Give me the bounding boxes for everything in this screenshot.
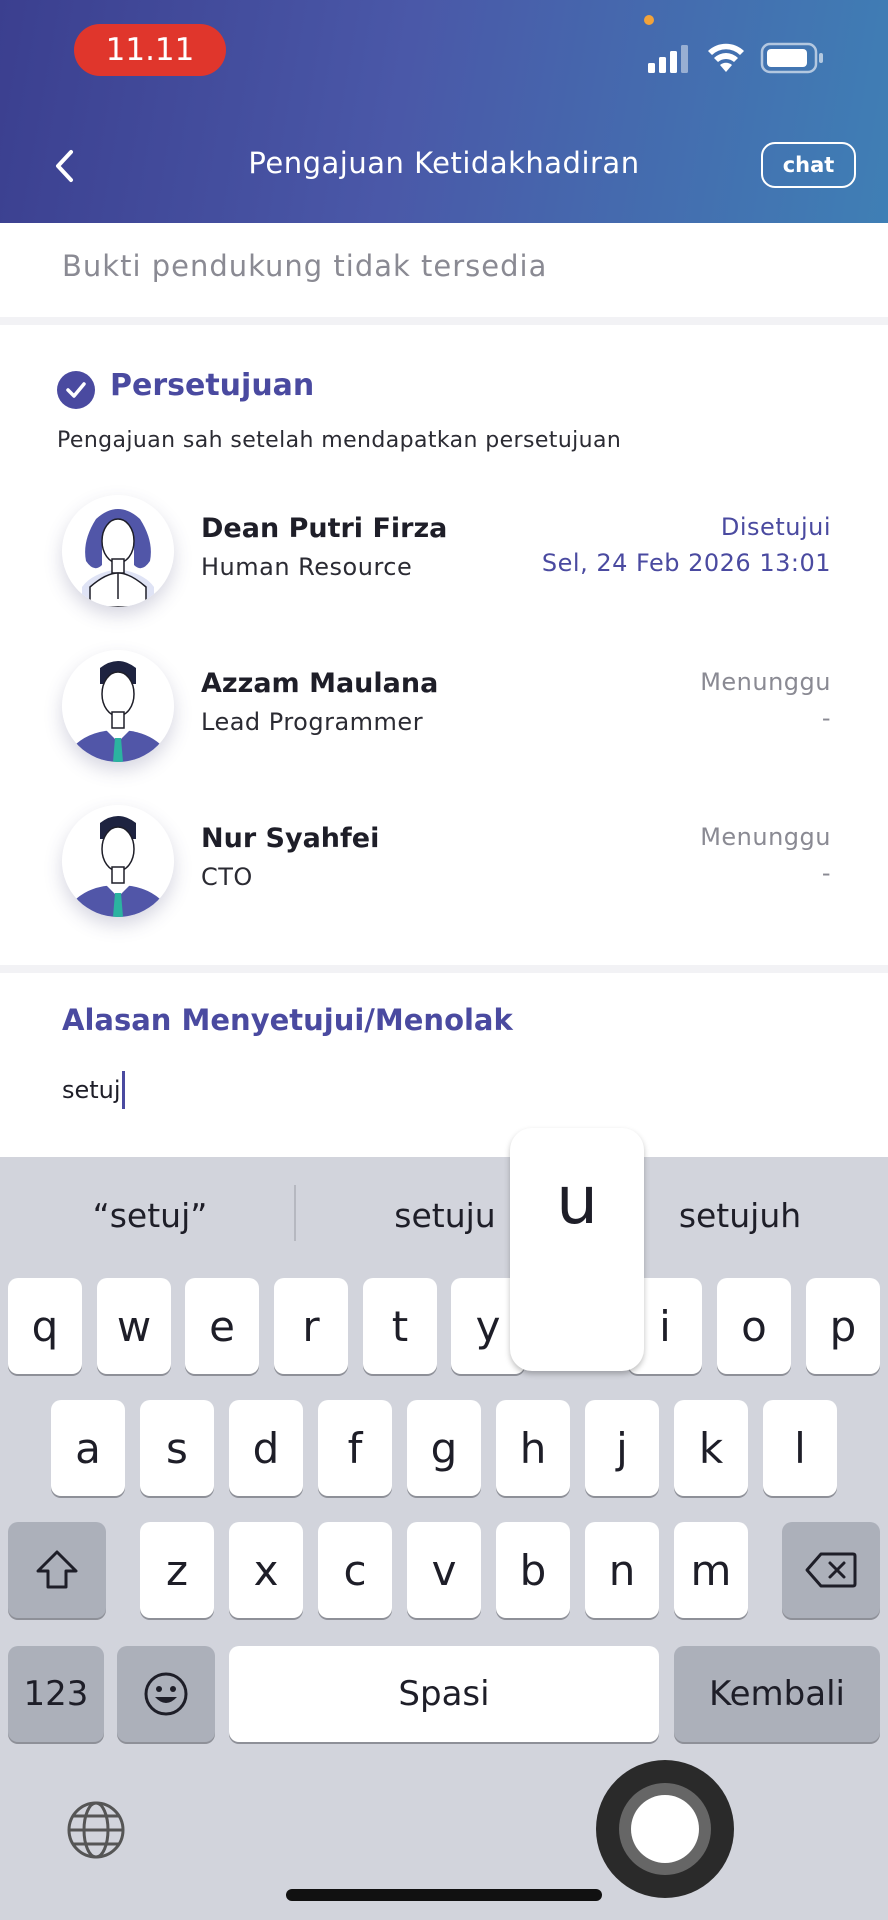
key-t[interactable]: t bbox=[363, 1278, 437, 1374]
key-b[interactable]: b bbox=[496, 1522, 570, 1618]
reason-input-value: setuj bbox=[62, 1076, 121, 1104]
key-d[interactable]: d bbox=[229, 1400, 303, 1496]
key-s[interactable]: s bbox=[140, 1400, 214, 1496]
approval-status: Disetujui bbox=[720, 513, 831, 541]
approver-role: Lead Programmer bbox=[201, 708, 424, 736]
approval-date: - bbox=[821, 859, 831, 887]
backspace-icon bbox=[805, 1552, 857, 1588]
key-popup-letter: u bbox=[556, 1161, 598, 1239]
assistive-touch-ring bbox=[619, 1783, 711, 1875]
assistive-touch-dot bbox=[631, 1795, 699, 1863]
avatar bbox=[62, 805, 174, 917]
reason-title: Alasan Menyetujui/Menolak bbox=[62, 1003, 513, 1037]
chat-button[interactable]: chat bbox=[761, 142, 856, 188]
chevron-left-icon bbox=[56, 150, 73, 182]
assistive-touch-button[interactable] bbox=[596, 1760, 734, 1898]
back-button[interactable] bbox=[46, 138, 82, 194]
approver-role: Human Resource bbox=[201, 553, 413, 581]
numbers-key[interactable]: 123 bbox=[8, 1646, 104, 1742]
approver-item: Dean Putri Firza Human Resource Disetuju… bbox=[0, 495, 888, 635]
male-avatar-icon bbox=[62, 650, 174, 762]
key-j[interactable]: j bbox=[585, 1400, 659, 1496]
check-circle-icon bbox=[57, 371, 95, 409]
status-time: 11.11 bbox=[74, 24, 226, 76]
emoji-key[interactable] bbox=[117, 1646, 215, 1742]
approval-date: - bbox=[821, 704, 831, 732]
suggestion-literal[interactable]: “setuj” bbox=[30, 1175, 270, 1255]
key-q[interactable]: q bbox=[8, 1278, 82, 1374]
key-n[interactable]: n bbox=[585, 1522, 659, 1618]
key-v[interactable]: v bbox=[407, 1522, 481, 1618]
key-o[interactable]: o bbox=[717, 1278, 791, 1374]
key-a[interactable]: a bbox=[51, 1400, 125, 1496]
suggestion-divider bbox=[294, 1185, 296, 1241]
approver-name: Azzam Maulana bbox=[201, 668, 439, 699]
privacy-indicator bbox=[644, 15, 654, 25]
key-l[interactable]: l bbox=[763, 1400, 837, 1496]
approval-status: Menunggu bbox=[700, 668, 831, 696]
female-avatar-icon bbox=[62, 495, 174, 607]
approver-item: Nur Syahfei CTO Menunggu - bbox=[0, 805, 888, 945]
key-z[interactable]: z bbox=[140, 1522, 214, 1618]
key-h[interactable]: h bbox=[496, 1400, 570, 1496]
support-evidence-section: Bukti pendukung tidak tersedia bbox=[0, 223, 888, 317]
support-evidence-text: Bukti pendukung tidak tersedia bbox=[62, 249, 548, 283]
home-indicator[interactable] bbox=[286, 1889, 602, 1901]
key-f[interactable]: f bbox=[318, 1400, 392, 1496]
backspace-key[interactable] bbox=[782, 1522, 880, 1618]
return-key[interactable]: Kembali bbox=[674, 1646, 880, 1742]
shift-icon bbox=[36, 1550, 78, 1589]
suggestion-item[interactable]: setujuh bbox=[640, 1175, 840, 1255]
globe-icon[interactable] bbox=[64, 1798, 128, 1862]
male-avatar-icon bbox=[62, 805, 174, 917]
emoji-icon bbox=[144, 1672, 188, 1716]
approval-section: Persetujuan Pengajuan sah setelah mendap… bbox=[0, 325, 888, 965]
battery-icon bbox=[760, 42, 823, 74]
key-r[interactable]: r bbox=[274, 1278, 348, 1374]
wifi-icon bbox=[708, 43, 744, 72]
shift-key[interactable] bbox=[8, 1522, 106, 1618]
approver-item: Azzam Maulana Lead Programmer Menunggu - bbox=[0, 650, 888, 790]
reason-section: Alasan Menyetujui/Menolak setuj bbox=[0, 973, 888, 1157]
key-k[interactable]: k bbox=[674, 1400, 748, 1496]
approval-status: Menunggu bbox=[700, 823, 831, 851]
space-key[interactable]: Spasi bbox=[229, 1646, 659, 1742]
approval-date: Sel, 24 Feb 2026 13:01 bbox=[541, 549, 831, 577]
approver-name: Dean Putri Firza bbox=[201, 513, 448, 544]
key-p[interactable]: p bbox=[806, 1278, 880, 1374]
key-g[interactable]: g bbox=[407, 1400, 481, 1496]
key-e[interactable]: e bbox=[185, 1278, 259, 1374]
approval-subtitle: Pengajuan sah setelah mendapatkan perset… bbox=[57, 428, 622, 453]
reason-input[interactable]: setuj bbox=[62, 1071, 125, 1109]
avatar bbox=[62, 650, 174, 762]
approver-role: CTO bbox=[201, 863, 253, 891]
status-icons bbox=[648, 40, 824, 76]
avatar bbox=[62, 495, 174, 607]
signal-icon bbox=[648, 45, 688, 73]
approval-title: Persetujuan bbox=[110, 368, 315, 403]
approver-name: Nur Syahfei bbox=[201, 823, 380, 854]
key-w[interactable]: w bbox=[97, 1278, 171, 1374]
key-x[interactable]: x bbox=[229, 1522, 303, 1618]
key-m[interactable]: m bbox=[674, 1522, 748, 1618]
text-caret bbox=[121, 1071, 125, 1109]
key-c[interactable]: c bbox=[318, 1522, 392, 1618]
